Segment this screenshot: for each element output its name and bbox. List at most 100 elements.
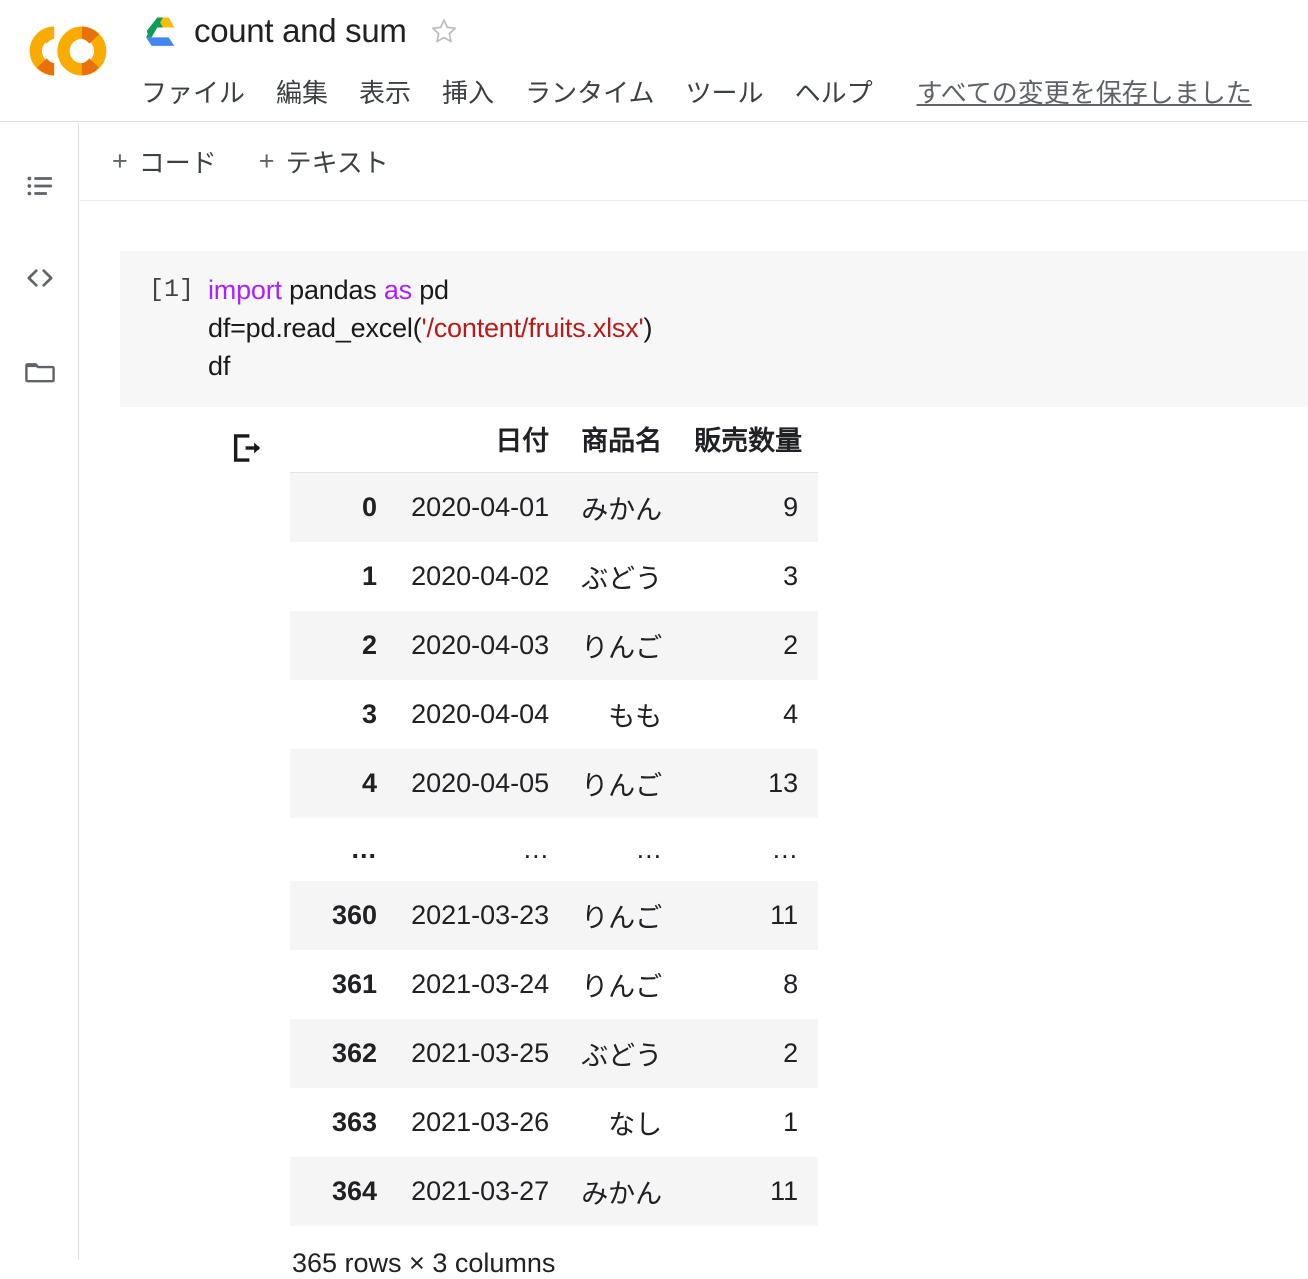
cell-date: 2020-04-03: [411, 630, 550, 660]
table-row: 364 2021-03-27 みかん 11: [290, 1157, 819, 1226]
row-index: 2: [362, 630, 378, 660]
table-row: 361 2021-03-24 りんご 8: [290, 950, 818, 1019]
add-text-cell-label: テキスト: [285, 148, 389, 178]
row-index: 362: [332, 1038, 378, 1068]
cell-date: 2020-04-01: [411, 492, 550, 522]
colab-logo[interactable]: [27, 20, 109, 82]
output-export-icon[interactable]: [230, 431, 264, 465]
plus-icon: +: [258, 146, 275, 176]
cell-date: 2021-03-26: [411, 1107, 550, 1137]
code-text-pandas: pandas: [281, 275, 384, 305]
table-header-row: 日付 商品名 販売数量: [290, 411, 819, 473]
app-header: count and sum ファイル 編集 表示 挿入 ランタイム ツール ヘル…: [0, 0, 1308, 122]
code-cell[interactable]: [1] import pandas as pd df=pd.read_excel…: [120, 251, 1308, 407]
cell-product: りんご: [581, 771, 663, 801]
menu-item-file[interactable]: ファイル: [141, 73, 245, 110]
cell-product: ぶどう: [581, 564, 663, 594]
code-string-path: '/content/fruits.xlsx': [421, 313, 644, 343]
code-text-closeparen: ): [643, 313, 653, 343]
row-index: 363: [332, 1107, 378, 1137]
cell-product: なし: [608, 1110, 663, 1140]
row-index: 360: [332, 900, 378, 930]
cell-quantity: 1: [783, 1107, 799, 1137]
code-keyword-import: import: [208, 275, 282, 305]
cell-quantity: 11: [770, 900, 799, 930]
menu-item-help[interactable]: ヘルプ: [795, 73, 873, 110]
page-title[interactable]: count and sum: [194, 14, 407, 47]
column-header-date: 日付: [395, 411, 566, 473]
dataframe-output: 日付 商品名 販売数量 0 2020-04-01 みかん 9 1 2020-04-02 ぶど…: [290, 411, 819, 1279]
cell-date: 2021-03-23: [411, 900, 550, 930]
add-code-cell-label: コード: [138, 148, 217, 178]
cell-product: りんご: [581, 972, 663, 1002]
cell-quantity: 3: [783, 561, 799, 591]
google-drive-icon[interactable]: [146, 16, 180, 46]
menu-item-insert[interactable]: 挿入: [442, 73, 494, 110]
cell-product: みかん: [581, 495, 663, 525]
list-icon: [25, 171, 55, 201]
code-text-readexcel: df=pd.read_excel(: [208, 313, 422, 343]
table-row: 360 2021-03-23 りんご 11: [290, 881, 819, 950]
row-index: ...: [351, 834, 378, 864]
cell-product: もも: [608, 702, 663, 732]
sidebar-item-files[interactable]: [20, 352, 60, 392]
cell-date: 2021-03-24: [411, 969, 550, 999]
row-index: 4: [362, 768, 378, 798]
cell-quantity: ...: [772, 834, 799, 864]
cell-product: ぶどう: [581, 1041, 663, 1071]
cell-quantity: 4: [783, 699, 799, 729]
cell-quantity: 13: [768, 768, 799, 798]
table-row-ellipsis: ............: [290, 818, 819, 881]
row-index: 3: [362, 699, 378, 729]
add-code-cell-button[interactable]: + コード: [112, 143, 217, 180]
row-index: 1: [362, 561, 378, 591]
cell-product: りんご: [581, 903, 663, 933]
column-header-quantity: 販売数量: [678, 411, 819, 473]
code-keyword-as: as: [383, 275, 412, 305]
menu-item-tools[interactable]: ツール: [686, 73, 764, 110]
table-row: 1 2020-04-02 ぶどう 3: [290, 542, 818, 611]
cell-quantity: 8: [783, 969, 799, 999]
cell-date: 2020-04-05: [411, 768, 550, 798]
cell-quantity: 11: [770, 1176, 799, 1206]
cell-quantity: 9: [783, 492, 799, 522]
folder-icon: [24, 356, 56, 388]
dataframe-table: 日付 商品名 販売数量 0 2020-04-01 みかん 9 1 2020-04-02 ぶど…: [290, 411, 819, 1226]
cell-product: みかん: [581, 1179, 663, 1209]
cell-date: 2020-04-02: [411, 561, 550, 591]
table-row: 4 2020-04-05 りんご 13: [290, 749, 819, 818]
sidebar-item-table-of-contents[interactable]: [20, 166, 60, 206]
cell-date: 2020-04-04: [411, 699, 550, 729]
row-index: 364: [332, 1176, 378, 1206]
code-text-df: df: [208, 351, 231, 381]
menu-item-runtime[interactable]: ランタイム: [525, 73, 654, 110]
cell-date: 2021-03-27: [411, 1176, 550, 1206]
cell-product: りんご: [581, 633, 663, 663]
sidebar-item-code-snippets[interactable]: [20, 258, 60, 298]
table-row: 362 2021-03-25 ぶどう 2: [290, 1019, 819, 1088]
star-outline-icon[interactable]: [429, 16, 459, 46]
cell-date: 2021-03-25: [411, 1038, 550, 1068]
menu-item-edit[interactable]: 編集: [276, 73, 328, 110]
table-head: 日付 商品名 販売数量: [290, 411, 819, 473]
code-editor[interactable]: import pandas as pd df=pd.read_excel('/c…: [208, 271, 652, 385]
cell-quantity: 2: [783, 630, 799, 660]
row-index: 361: [332, 969, 378, 999]
cell-date: ...: [523, 834, 550, 864]
row-index: 0: [362, 492, 378, 522]
save-status-link[interactable]: すべての変更を保存しました: [917, 73, 1252, 110]
menu-bar: ファイル 編集 表示 挿入 ランタイム ツール ヘルプ すべての変更を保存しまし…: [141, 73, 1252, 110]
execution-count: [1]: [148, 275, 194, 304]
table-row: 2 2020-04-03 りんご 2: [290, 611, 819, 680]
menu-item-view[interactable]: 表示: [359, 73, 411, 110]
cell-quantity: 2: [783, 1038, 799, 1068]
notebook-main: + コード + テキスト [1] import pandas as pd df=…: [80, 123, 1308, 1278]
code-brackets-icon: [24, 262, 56, 294]
cell-product: ...: [636, 834, 663, 864]
table-row: 363 2021-03-26 なし 1: [290, 1088, 818, 1157]
column-header-product: 商品名: [565, 411, 679, 473]
table-row: 3 2020-04-04 もも 4: [290, 680, 818, 749]
plus-icon: +: [112, 146, 128, 176]
document-title-row: count and sum: [146, 14, 459, 47]
add-text-cell-button[interactable]: + テキスト: [259, 143, 389, 180]
